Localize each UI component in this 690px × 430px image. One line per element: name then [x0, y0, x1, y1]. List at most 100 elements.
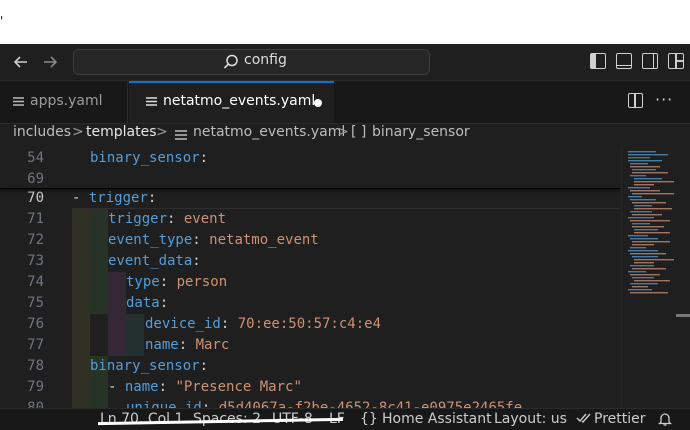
tab-bar: apps.yaml netatmo_events.yaml ··· — [0, 81, 690, 124]
tab-label: apps.yaml — [30, 93, 103, 109]
status-keyboard-layout[interactable]: Layout: us — [494, 411, 567, 427]
unsaved-dot-icon[interactable] — [314, 99, 322, 107]
minimap-line — [634, 229, 658, 231]
yaml-key: device_id — [145, 316, 221, 332]
line-number: 76 — [27, 316, 44, 332]
minimap-line — [630, 247, 646, 249]
back-arrow-icon[interactable] — [11, 52, 31, 72]
scrollbar-thumb[interactable] — [676, 314, 690, 317]
title-bar: config — [0, 44, 690, 81]
toggle-panel-icon[interactable] — [616, 53, 632, 69]
customize-layout-icon[interactable] — [668, 53, 684, 69]
yaml-key: binary_sensor — [90, 150, 200, 166]
minimap-line — [630, 274, 660, 276]
line-number: 75 — [27, 295, 44, 311]
breadcrumb-includes[interactable]: includes — [13, 124, 71, 140]
yaml-file-icon — [175, 129, 187, 141]
sticky-scroll-header[interactable]: 54 binary_sensor: 69 — [0, 148, 620, 189]
minimap-line — [628, 160, 662, 162]
yaml-key: event_data — [108, 253, 193, 269]
breadcrumb-symbol[interactable]: binary_sensor — [372, 124, 470, 140]
yaml-value: 70:ee:50:57:c4:e4 — [237, 316, 382, 332]
command-center-search[interactable]: config — [73, 49, 430, 75]
tab-apps-yaml[interactable]: apps.yaml — [0, 81, 128, 123]
breadcrumb-separator: > — [156, 124, 168, 140]
minimap-line — [630, 166, 660, 168]
code-line[interactable]: 77 name: Marc — [0, 335, 620, 356]
minimap-line — [628, 157, 650, 159]
minimap-line — [628, 217, 654, 219]
minimap-line — [628, 235, 648, 237]
minimap-line — [630, 265, 654, 267]
code-line[interactable]: 79 - name: "Presence Marc" — [0, 377, 620, 398]
code-line[interactable]: 73 event_data: — [0, 251, 620, 272]
status-language[interactable]: Home Assistant — [382, 411, 492, 427]
language-brackets-icon: {} — [360, 411, 378, 427]
minimap-preview — [628, 151, 674, 294]
sticky-line[interactable]: 54 binary_sensor: — [0, 148, 620, 169]
code-line[interactable]: 70 - trigger: — [0, 188, 620, 209]
yaml-key: event_type — [108, 232, 193, 248]
yaml-value: Marc — [195, 337, 230, 353]
line-number: 77 — [27, 337, 44, 353]
code-line[interactable]: 74 type: person — [0, 272, 620, 293]
minimap-line — [632, 286, 648, 288]
yaml-key: trigger — [108, 211, 168, 227]
forward-arrow-icon[interactable] — [40, 52, 60, 72]
breadcrumb-templates[interactable]: templates — [86, 124, 157, 140]
minimap-line — [630, 190, 660, 192]
minimap-line — [628, 154, 668, 156]
tab-netatmo-events-yaml[interactable]: netatmo_events.yaml — [129, 81, 334, 123]
minimap-line — [630, 163, 648, 165]
bell-icon[interactable] — [657, 412, 673, 430]
minimap-line — [634, 259, 674, 261]
status-formatter[interactable]: Prettier — [594, 411, 646, 427]
yaml-key: name — [145, 337, 179, 353]
minimap-line — [630, 199, 656, 201]
minimap[interactable] — [621, 148, 690, 410]
minimap-line — [634, 181, 674, 183]
breadcrumb-separator: > — [72, 124, 84, 140]
minimap-line — [634, 280, 670, 282]
status-bar: Ln 70, Col 1 Spaces: 2 UTF-8 LF {} Home … — [0, 408, 690, 430]
line-number: 78 — [27, 358, 44, 374]
yaml-value: netatmo_event — [209, 232, 319, 248]
tab-label: netatmo_events.yaml — [163, 93, 316, 109]
search-icon — [223, 54, 238, 69]
minimap-line — [630, 283, 658, 285]
symbol-icon: [ ] — [351, 124, 367, 140]
code-line[interactable]: 76 device_id: 70:ee:50:57:c4:e4 — [0, 314, 620, 335]
list-dash: - — [108, 379, 125, 395]
minimap-line — [630, 175, 646, 177]
minimap-line — [630, 238, 658, 240]
minimap-line — [630, 220, 670, 222]
toggle-primary-sidebar-icon[interactable] — [590, 53, 606, 69]
code-line[interactable]: 71 trigger: event — [0, 209, 620, 230]
more-actions-icon[interactable]: ··· — [655, 90, 673, 109]
check-double-icon — [576, 411, 592, 429]
minimap-line — [632, 202, 666, 204]
yaml-file-icon — [13, 97, 24, 106]
minimap-line — [628, 196, 642, 198]
minimap-line — [632, 268, 666, 270]
sticky-line[interactable]: 69 — [0, 169, 620, 188]
minimap-line — [630, 292, 668, 294]
top-margin: ' — [0, 0, 690, 44]
split-editor-icon[interactable] — [628, 93, 643, 108]
yaml-key: type — [126, 274, 160, 290]
minimap-line — [632, 169, 656, 171]
code-line[interactable]: 78 binary_sensor: — [0, 356, 620, 377]
line-number: 72 — [27, 232, 44, 248]
minimap-line — [634, 184, 654, 186]
minimap-line — [632, 214, 662, 216]
minimap-line — [630, 211, 652, 213]
code-line[interactable]: 72 event_type: netatmo_event — [0, 230, 620, 251]
code-line[interactable]: 75 data: — [0, 293, 620, 314]
list-dash: - — [72, 190, 89, 206]
breadcrumb-file[interactable]: netatmo_events.yaml — [193, 124, 345, 140]
code-editor[interactable]: 70 - trigger: 71 trigger: event 72 event… — [0, 148, 620, 410]
toggle-secondary-sidebar-icon[interactable] — [642, 53, 658, 69]
line-number: 74 — [27, 274, 44, 290]
minimap-line — [632, 277, 654, 279]
line-number: 54 — [27, 150, 44, 166]
